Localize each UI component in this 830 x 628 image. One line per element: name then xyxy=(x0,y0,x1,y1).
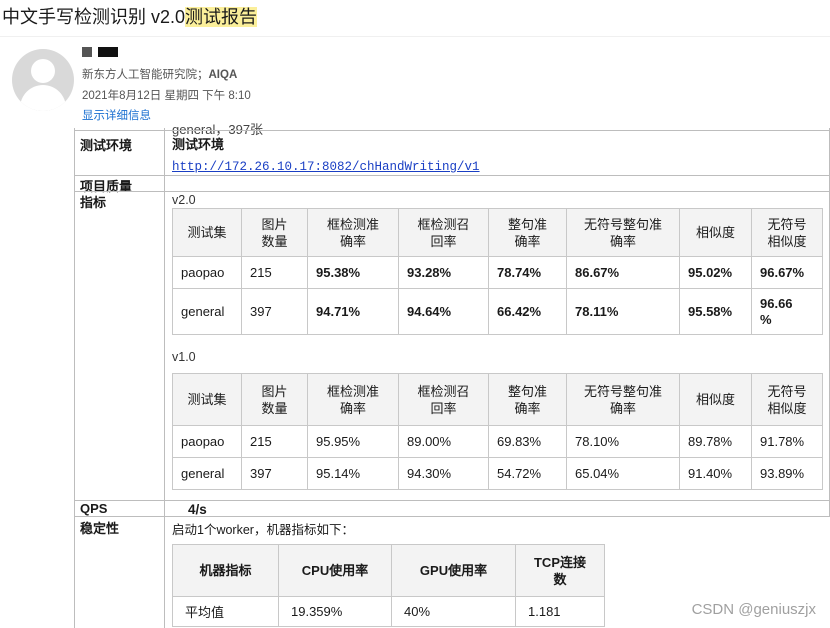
col-header: 整句准 确率 xyxy=(488,208,567,257)
cell: 65.04% xyxy=(566,457,680,490)
subject-highlight: 测试报告 xyxy=(185,7,258,27)
cell: 91.78% xyxy=(751,425,823,458)
email-datetime: 2021年8月12日 星期四 下午 8:10 xyxy=(82,90,251,102)
cell: 93.28% xyxy=(398,256,489,289)
col-header: 框检测准 确率 xyxy=(307,373,399,426)
cell: 397 xyxy=(241,457,308,490)
metrics-table-v2: 测试集 图片 数量 框检测准 确率 框检测召 回率 整句准 确率 无符号整句准 确率 相似… xyxy=(172,208,823,335)
cell: 66.42% xyxy=(488,288,567,335)
table-row: general 397 95.14% 94.30% 54.72% 65.04% … xyxy=(172,457,823,490)
cell: 215 xyxy=(241,425,308,458)
cell: 89.00% xyxy=(398,425,489,458)
row-divider xyxy=(74,516,830,517)
col-header: TCP连接数 xyxy=(515,544,605,597)
table-row: paopao 215 95.95% 89.00% 69.83% 78.10% 8… xyxy=(172,425,823,458)
cell: 86.67% xyxy=(566,256,680,289)
cell: 93.89% xyxy=(751,457,823,490)
cell: 95.58% xyxy=(679,288,752,335)
col-header: 框检测召 回率 xyxy=(398,373,489,426)
col-header: GPU使用率 xyxy=(391,544,516,597)
redaction-block xyxy=(82,47,92,57)
table-header-row: 测试集 图片 数量 框检测准 确率 框检测召 回率 整句准 确率 无符号整句准 确率 相似… xyxy=(172,373,823,426)
cell: 91.40% xyxy=(679,457,752,490)
cell: 94.71% xyxy=(307,288,399,335)
col-header: 图片 数量 xyxy=(241,208,308,257)
avatar-body-shape xyxy=(20,85,66,111)
report-table: general，397张 测试环境 测试环境 http://172.26.10.… xyxy=(74,122,830,628)
qps-label: QPS xyxy=(80,501,108,516)
cell: 94.64% xyxy=(398,288,489,335)
table-row: paopao 215 95.38% 93.28% 78.74% 86.67% 9… xyxy=(172,256,823,289)
env-title: 测试环境 xyxy=(172,137,225,152)
title-bar: 中文手写检测识别 v2.0测试报告 xyxy=(0,0,830,36)
email-header: 新东方人工智能研究院；AIQA 2021年8月12日 星期四 下午 8:10 显… xyxy=(0,36,830,128)
table-row: general 397 94.71% 94.64% 66.42% 78.11% … xyxy=(172,288,823,335)
col-header: 无符号 相似度 xyxy=(751,208,823,257)
cell: 78.74% xyxy=(488,256,567,289)
cell: 95.95% xyxy=(307,425,399,458)
metrics-table-v1: 测试集 图片 数量 框检测准 确率 框检测召 回率 整句准 确率 无符号整句准 确率 相似… xyxy=(172,373,823,490)
col-header: CPU使用率 xyxy=(278,544,392,597)
cell: general xyxy=(172,288,242,335)
avatar-head-shape xyxy=(31,59,55,83)
cell: 89.78% xyxy=(679,425,752,458)
col-header: 机器指标 xyxy=(172,544,279,597)
col-header: 测试集 xyxy=(172,373,242,426)
col-header: 无符号整句准 确率 xyxy=(566,208,680,257)
cell: 397 xyxy=(241,288,308,335)
table-header-row: 测试集 图片 数量 框检测准 确率 框检测召 回率 整句准 确率 无符号整句准 确率 相似… xyxy=(172,208,823,257)
metrics-label: 指标 xyxy=(80,195,107,210)
table-column-divider xyxy=(164,128,165,628)
version-label-v1: v1.0 xyxy=(172,350,196,364)
cell: 78.10% xyxy=(566,425,680,458)
cell: 78.11% xyxy=(566,288,680,335)
col-header: 无符号整句准 确率 xyxy=(566,373,680,426)
cell: 54.72% xyxy=(488,457,567,490)
col-header: 无符号 相似度 xyxy=(751,373,823,426)
row-divider xyxy=(74,130,830,131)
watermark: CSDN @geniuszjx xyxy=(691,601,816,618)
cell: 96.66 % xyxy=(751,288,823,335)
cell: 平均值 xyxy=(172,596,279,627)
row-divider xyxy=(74,175,830,176)
stability-label: 稳定性 xyxy=(80,521,120,536)
env-url-link[interactable]: http://172.26.10.17:8082/chHandWriting/v… xyxy=(172,160,480,174)
email-subject: 中文手写检测识别 v2.0测试报告 xyxy=(2,7,258,27)
col-header: 测试集 xyxy=(172,208,242,257)
redaction-block xyxy=(98,47,118,57)
cell: 94.30% xyxy=(398,457,489,490)
machine-metrics-table: 机器指标 CPU使用率 GPU使用率 TCP连接数 平均值 19.359% 40… xyxy=(172,544,605,627)
cell: paopao xyxy=(172,256,242,289)
col-header: 相似度 xyxy=(679,208,752,257)
cell: 40% xyxy=(391,596,516,627)
cell: 215 xyxy=(241,256,308,289)
stability-text: 启动1个worker，机器指标如下： xyxy=(172,523,354,537)
sender-name-redacted[interactable] xyxy=(82,46,118,58)
row-divider xyxy=(74,500,830,501)
cell: 19.359% xyxy=(278,596,392,627)
col-header: 整句准 确率 xyxy=(488,373,567,426)
qps-value: 4/s xyxy=(188,502,207,517)
cell: general xyxy=(172,457,242,490)
cell: 95.14% xyxy=(307,457,399,490)
table-border-left xyxy=(74,128,75,628)
recipients[interactable]: 新东方人工智能研究院；AIQA xyxy=(82,66,237,82)
table-header-row: 机器指标 CPU使用率 GPU使用率 TCP连接数 xyxy=(172,544,605,597)
cell: 95.38% xyxy=(307,256,399,289)
cell: 96.67% xyxy=(751,256,823,289)
col-header: 相似度 xyxy=(679,373,752,426)
col-header: 框检测召 回率 xyxy=(398,208,489,257)
version-label-v2: v2.0 xyxy=(172,193,196,207)
cell: 69.83% xyxy=(488,425,567,458)
col-header: 框检测准 确率 xyxy=(307,208,399,257)
show-details-link[interactable]: 显示详细信息 xyxy=(82,107,151,123)
env-label: 测试环境 xyxy=(80,138,133,153)
cell: 95.02% xyxy=(679,256,752,289)
avatar[interactable] xyxy=(12,49,74,111)
col-header: 图片 数量 xyxy=(241,373,308,426)
row-divider xyxy=(74,191,830,192)
table-row: 平均值 19.359% 40% 1.181 xyxy=(172,596,605,627)
cell: paopao xyxy=(172,425,242,458)
cell: 1.181 xyxy=(515,596,605,627)
